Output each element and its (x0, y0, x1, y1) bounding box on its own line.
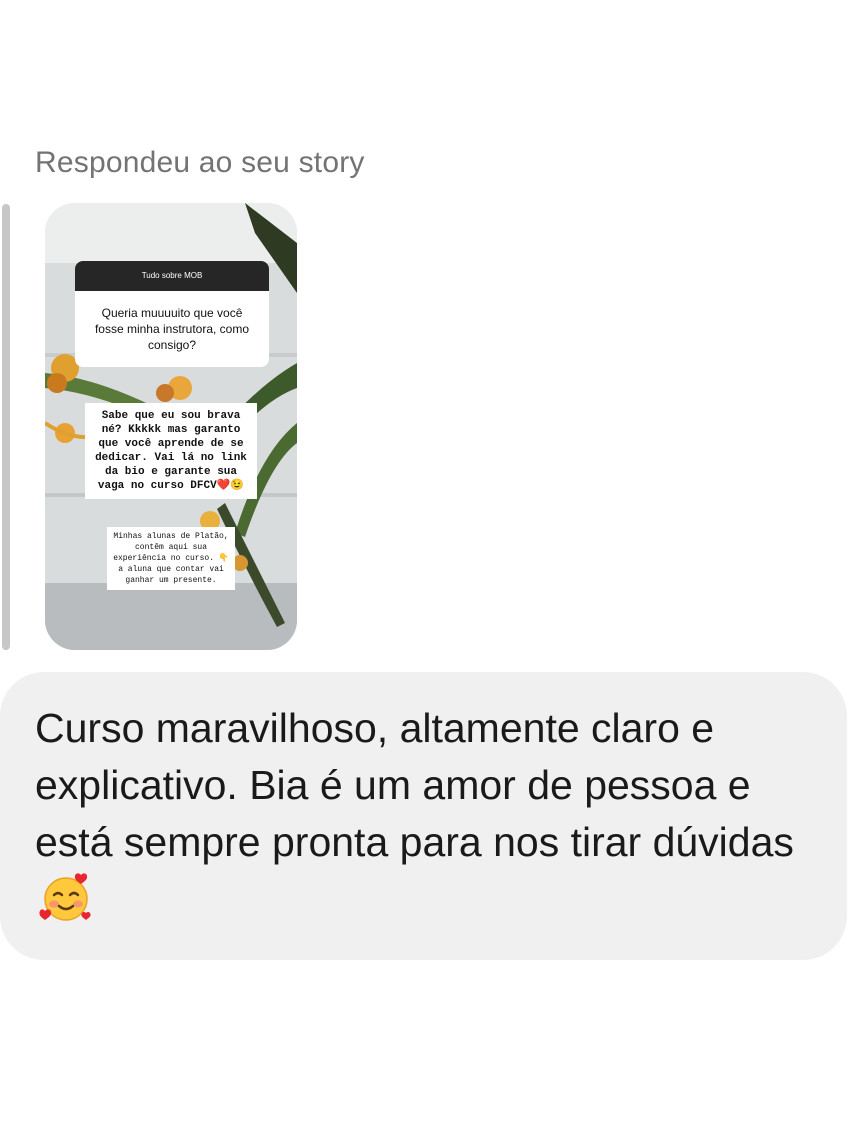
question-text: Queria muuuuito que você fosse minha ins… (94, 306, 250, 352)
story-thumbnail[interactable]: Tudo sobre MOB Queria muuuuito que você … (45, 203, 297, 650)
message-text: Curso maravilhoso, altamente claro e exp… (35, 700, 825, 928)
message-body: Curso maravilhoso, altamente claro e exp… (35, 705, 794, 865)
reply-indicator-bar (2, 204, 10, 650)
caption-text-2: a aluna que contar vai ganhar um present… (118, 565, 224, 585)
story-caption: Minhas alunas de Platão, contêm aqui sua… (107, 527, 235, 590)
question-sticker-text: Queria muuuuito que você fosse minha ins… (75, 291, 269, 367)
answer-emojis: ❤️😉 (216, 480, 245, 492)
reply-header: Respondeu ao seu story (35, 146, 365, 179)
pointing-down-icon: 👇 (218, 554, 229, 563)
smiling-face-with-hearts-icon (39, 873, 91, 921)
story-answer-text: Sabe que eu sou brava né? Kkkkk mas gara… (85, 403, 257, 499)
question-sticker-title: Tudo sobre MOB (75, 261, 269, 291)
caption-text-1: Minhas alunas de Platão, contêm aqui sua… (113, 532, 229, 563)
